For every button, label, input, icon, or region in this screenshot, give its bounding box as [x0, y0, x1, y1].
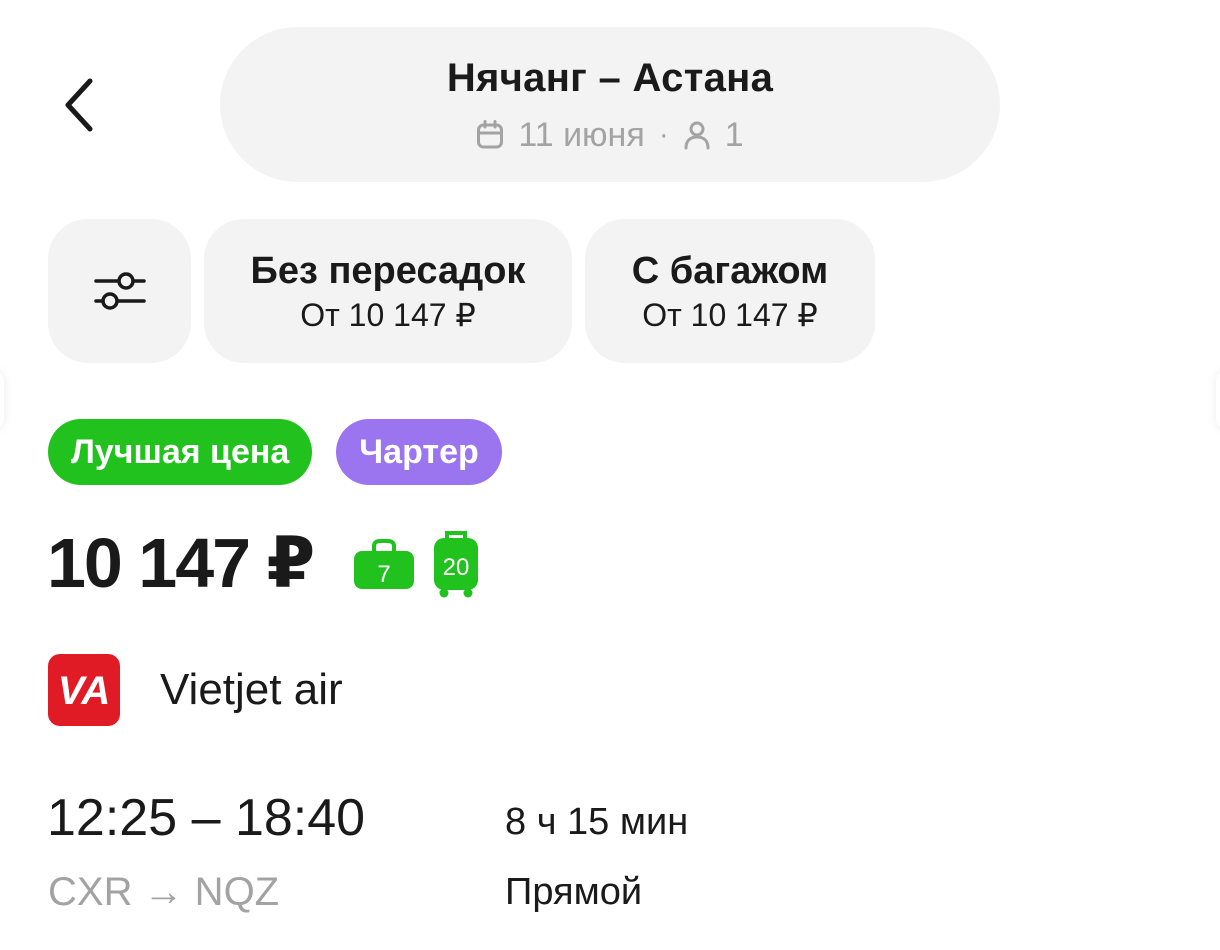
travel-date: 11 июня	[518, 115, 645, 154]
passenger-count: 1	[724, 115, 744, 154]
airline-logo-mark: VA	[58, 669, 111, 713]
chip-baggage-price: От 10 147 ₽	[642, 296, 818, 333]
filter-chips: Без пересадок От 10 147 ₽ С багажом От 1…	[48, 219, 875, 363]
person-icon	[684, 121, 710, 149]
checked-baggage-icon: 20	[434, 531, 478, 598]
hand-luggage-icon: 7	[354, 539, 414, 589]
chip-nonstop-title: Без пересадок	[250, 249, 526, 292]
offer-price: 10 147 ₽	[47, 524, 315, 602]
route-summary[interactable]: Нячанг – Астана 11 июня · 1	[220, 27, 1000, 182]
chip-nonstop[interactable]: Без пересадок От 10 147 ₽	[204, 219, 572, 363]
airline-name: Vietjet air	[160, 665, 343, 714]
route-title: Нячанг – Астана	[446, 55, 774, 100]
chevron-left-icon	[65, 78, 93, 132]
chip-with-baggage[interactable]: С багажом От 10 147 ₽	[585, 219, 875, 363]
badge-best-price: Лучшая цена	[48, 419, 313, 485]
chip-baggage-title: С багажом	[631, 249, 829, 292]
hand-luggage-weight: 7	[377, 561, 390, 588]
flight-duration: 8 ч 15 мин	[505, 801, 689, 843]
checked-baggage-weight: 20	[443, 554, 470, 581]
card-edge-left	[0, 370, 4, 430]
card-edge-right	[1216, 370, 1220, 430]
back-button[interactable]	[40, 60, 120, 150]
route-meta: 11 июня · 1	[476, 115, 744, 154]
flight-stops: Прямой	[505, 871, 643, 913]
filters-button[interactable]	[48, 219, 191, 363]
airline-logo-text: VA	[58, 669, 111, 713]
flight-times: 12:25 – 18:40	[47, 789, 366, 847]
calendar-icon	[477, 119, 504, 148]
airline-logo: VA	[48, 654, 120, 726]
meta-separator: ·	[658, 117, 669, 151]
offer-badges: Лучшая цена Чартер	[48, 419, 502, 485]
chip-nonstop-price: От 10 147 ₽	[300, 296, 476, 333]
airport-codes: CXR → NQZ	[48, 870, 280, 914]
sliders-icon	[93, 272, 146, 310]
badge-charter: Чартер	[336, 419, 502, 485]
